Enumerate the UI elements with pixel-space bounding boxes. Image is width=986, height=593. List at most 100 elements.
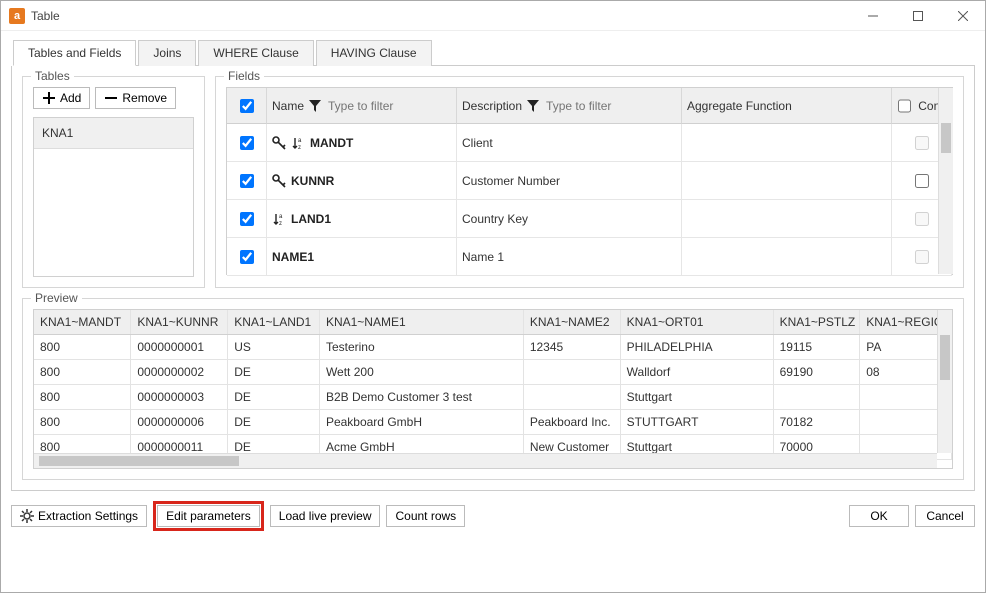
description-filter-input[interactable] <box>544 98 624 114</box>
fields-select-all-header[interactable] <box>227 88 267 124</box>
table-row[interactable]: 8000000000006DEPeakboard GmbHPeakboard I… <box>34 410 952 435</box>
field-aggregate-cell[interactable] <box>682 238 892 276</box>
window-controls <box>850 1 985 31</box>
window-title: Table <box>31 9 60 23</box>
name-filter-input[interactable] <box>326 98 406 114</box>
preview-cell: Stuttgart <box>620 385 773 410</box>
count-rows-button[interactable]: Count rows <box>386 505 465 527</box>
preview-cell <box>523 360 620 385</box>
extraction-settings-label: Extraction Settings <box>38 509 138 523</box>
preview-column-header[interactable]: KNA1~NAME1 <box>319 310 523 335</box>
field-conv-checkbox[interactable] <box>915 212 929 226</box>
minimize-button[interactable] <box>850 1 895 31</box>
edit-parameters-button[interactable]: Edit parameters <box>157 505 260 527</box>
add-button[interactable]: Add <box>33 87 90 109</box>
field-conv-checkbox[interactable] <box>915 174 929 188</box>
field-row-checkbox-cell[interactable] <box>227 162 267 200</box>
preview-column-header[interactable]: KNA1~NAME2 <box>523 310 620 335</box>
field-name-cell[interactable]: NAME1 <box>267 238 457 276</box>
field-name-cell[interactable]: KUNNR <box>267 162 457 200</box>
preview-cell: STUTTGART <box>620 410 773 435</box>
remove-button[interactable]: Remove <box>95 87 176 109</box>
cancel-label: Cancel <box>926 509 963 523</box>
preview-cell: DE <box>228 385 320 410</box>
preview-column-header[interactable]: KNA1~MANDT <box>34 310 131 335</box>
table-row[interactable]: 8000000000002DEWett 200Walldorf6919008 <box>34 360 952 385</box>
tables-item[interactable]: KNA1 <box>34 118 193 149</box>
preview-cell <box>773 385 860 410</box>
preview-table: KNA1~MANDTKNA1~KUNNRKNA1~LAND1KNA1~NAME1… <box>34 310 952 460</box>
preview-column-header[interactable]: KNA1~LAND1 <box>228 310 320 335</box>
preview-cell: Walldorf <box>620 360 773 385</box>
preview-column-header[interactable]: KNA1~ORT01 <box>620 310 773 335</box>
filter-icon[interactable] <box>526 99 540 113</box>
close-button[interactable] <box>940 1 985 31</box>
conv-all-checkbox[interactable] <box>898 99 911 113</box>
load-preview-button[interactable]: Load live preview <box>270 505 381 527</box>
field-aggregate-cell[interactable] <box>682 124 892 162</box>
fields-aggregate-header: Aggregate Function <box>682 88 892 124</box>
field-conv-checkbox[interactable] <box>915 136 929 150</box>
field-row-checkbox[interactable] <box>240 212 254 226</box>
field-description: Country Key <box>462 212 528 226</box>
preview-cell: Wett 200 <box>319 360 523 385</box>
fields-name-header: Name <box>267 88 457 124</box>
field-row-checkbox-cell[interactable] <box>227 238 267 276</box>
fields-scrollbar[interactable] <box>938 88 953 274</box>
fields-legend: Fields <box>224 69 264 83</box>
preview-cell: 0000000001 <box>131 335 228 360</box>
preview-cell: 800 <box>34 360 131 385</box>
tab-where-clause[interactable]: WHERE Clause <box>198 40 313 66</box>
preview-scrollbar-v[interactable] <box>937 310 952 453</box>
preview-column-header[interactable]: KNA1~KUNNR <box>131 310 228 335</box>
field-aggregate-cell[interactable] <box>682 200 892 238</box>
field-description: Name 1 <box>462 250 504 264</box>
field-description-cell: Name 1 <box>457 238 682 276</box>
key-icon <box>272 136 286 150</box>
preview-cell: US <box>228 335 320 360</box>
preview-cell: 0000000006 <box>131 410 228 435</box>
field-description: Client <box>462 136 493 150</box>
fields-name-label: Name <box>272 99 304 113</box>
ok-button[interactable]: OK <box>849 505 909 527</box>
field-row-checkbox[interactable] <box>240 250 254 264</box>
field-row-checkbox-cell[interactable] <box>227 124 267 162</box>
tab-joins[interactable]: Joins <box>138 40 196 66</box>
ok-label: OK <box>870 509 887 523</box>
field-conv-checkbox[interactable] <box>915 250 929 264</box>
field-name-cell[interactable]: azLAND1 <box>267 200 457 238</box>
field-aggregate-cell[interactable] <box>682 162 892 200</box>
sort-icon: az <box>272 212 286 226</box>
preview-cell: 69190 <box>773 360 860 385</box>
tab-tables-and-fields[interactable]: Tables and Fields <box>13 40 136 66</box>
preview-cell: 12345 <box>523 335 620 360</box>
highlight-box: Edit parameters <box>153 501 264 531</box>
preview-cell: PHILADELPHIA <box>620 335 773 360</box>
svg-text:a: a <box>279 214 283 220</box>
titlebar: a Table <box>1 1 985 31</box>
select-all-checkbox[interactable] <box>240 99 254 113</box>
tab-having-clause[interactable]: HAVING Clause <box>316 40 432 66</box>
key-icon <box>272 174 286 188</box>
maximize-button[interactable] <box>895 1 940 31</box>
tables-list[interactable]: KNA1 <box>33 117 194 277</box>
preview-cell: Peakboard Inc. <box>523 410 620 435</box>
field-row-checkbox[interactable] <box>240 174 254 188</box>
preview-scrollbar-h[interactable] <box>34 453 937 468</box>
table-row[interactable]: 8000000000003DEB2B Demo Customer 3 testS… <box>34 385 952 410</box>
field-row-checkbox-cell[interactable] <box>227 200 267 238</box>
app-icon: a <box>9 8 25 24</box>
field-name-cell[interactable]: azMANDT <box>267 124 457 162</box>
table-row[interactable]: 8000000000001USTesterino12345PHILADELPHI… <box>34 335 952 360</box>
tables-legend: Tables <box>31 69 74 83</box>
field-row-checkbox[interactable] <box>240 136 254 150</box>
preview-column-header[interactable]: KNA1~PSTLZ <box>773 310 860 335</box>
preview-legend: Preview <box>31 291 82 305</box>
svg-text:z: z <box>279 221 282 226</box>
cancel-button[interactable]: Cancel <box>915 505 975 527</box>
extraction-settings-button[interactable]: Extraction Settings <box>11 505 147 527</box>
preview-grid: KNA1~MANDTKNA1~KUNNRKNA1~LAND1KNA1~NAME1… <box>33 309 953 469</box>
field-description-cell: Country Key <box>457 200 682 238</box>
filter-icon[interactable] <box>308 99 322 113</box>
preview-cell: DE <box>228 410 320 435</box>
